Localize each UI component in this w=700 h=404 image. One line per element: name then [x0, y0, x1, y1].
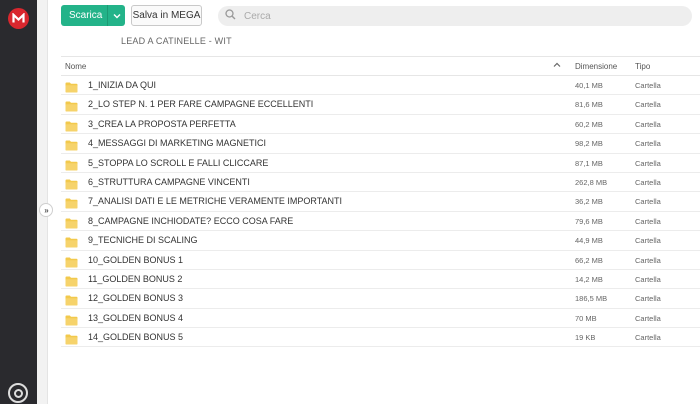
folder-icon: [65, 138, 78, 151]
search-icon: [225, 7, 236, 25]
sort-up-icon[interactable]: [553, 61, 561, 70]
search-bar[interactable]: [218, 6, 692, 26]
row-size: 70 MB: [575, 313, 597, 323]
transfer-icon[interactable]: [8, 383, 28, 403]
table-row[interactable]: 2_LO STEP N. 1 PER FARE CAMPAGNE ECCELLE…: [61, 95, 700, 115]
row-type: Cartella: [635, 294, 661, 304]
folder-icon: [65, 332, 78, 345]
sidebar-gutter: [37, 0, 48, 404]
row-type: Cartella: [635, 255, 661, 265]
folder-title: LEAD A CATINELLE - WIT: [121, 36, 232, 46]
mega-logo-icon[interactable]: [8, 8, 29, 29]
row-name: 12_GOLDEN BONUS 3: [88, 293, 184, 304]
table-row[interactable]: 12_GOLDEN BONUS 3 186,5 MB Cartella: [61, 289, 700, 309]
row-size: 98,2 MB: [575, 139, 603, 149]
search-input[interactable]: [244, 10, 644, 22]
row-size: 36,2 MB: [575, 197, 603, 207]
row-name: 11_GOLDEN BONUS 2: [88, 273, 183, 284]
table-row[interactable]: 6_STRUTTURA CAMPAGNE VINCENTI 262,8 MB Car…: [61, 173, 700, 193]
table-row[interactable]: 13_GOLDEN BONUS 4 70 MB Cartella: [61, 309, 700, 329]
row-type: Cartella: [635, 333, 661, 343]
row-size: 44,9 MB: [575, 236, 603, 246]
row-name: 6_STRUTTURA CAMPAGNE VINCENTI: [88, 176, 250, 187]
row-name: 13_GOLDEN BONUS 4: [88, 312, 184, 323]
download-button[interactable]: Scarica: [61, 5, 125, 26]
table-row[interactable]: 8_CAMPAGNE INCHIODATE? ECCO COSA FARE 79,…: [61, 212, 700, 232]
row-type: Cartella: [635, 197, 661, 207]
table-header: Nome Dimensione Tipo: [61, 56, 700, 76]
left-sidebar: [0, 0, 37, 404]
column-header-type[interactable]: Tipo: [635, 62, 650, 71]
file-table: Nome Dimensione Tipo 1_INIZIA DA QUI 40,1…: [61, 56, 700, 348]
row-size: 40,1 MB: [575, 81, 603, 90]
row-type: Cartella: [635, 81, 661, 90]
row-type: Cartella: [635, 119, 661, 129]
row-name: 2_LO STEP N. 1 PER FARE CAMPAGNE ECCELLE…: [88, 99, 314, 110]
row-type: Cartella: [635, 313, 661, 323]
row-name: 1_INIZIA DA QUI: [88, 80, 157, 90]
row-size: 262,8 MB: [575, 177, 608, 187]
row-name: 4_MESSAGGI DI MARKETING MAGNETICI: [88, 138, 267, 149]
row-type: Cartella: [635, 216, 661, 226]
folder-icon: [65, 80, 78, 93]
table-row[interactable]: 1_INIZIA DA QUI 40,1 MB Cartella: [61, 76, 700, 96]
row-size: 81,6 MB: [575, 100, 603, 110]
row-type: Cartella: [635, 100, 661, 110]
row-name: 14_GOLDEN BONUS 5: [88, 332, 184, 343]
row-size: 19 KB: [575, 333, 596, 343]
folder-icon: [65, 177, 78, 190]
table-body: 1_INIZIA DA QUI 40,1 MB Cartella 2_LO STEP …: [61, 76, 700, 348]
folder-icon: [65, 158, 78, 171]
row-name: 8_CAMPAGNE INCHIODATE? ECCO COSA FARE: [88, 215, 294, 226]
row-name: 7_ANALISI DATI E LE METRICHE VERAMENTE I…: [88, 196, 343, 207]
table-row[interactable]: 3_CREA LA PROPOSTA PERFETTA 60,2 MB Cartel…: [61, 115, 700, 135]
folder-icon: [65, 274, 78, 287]
row-type: Cartella: [635, 139, 661, 149]
table-row[interactable]: 5_STOPPA LO SCROLL E FALLI CLICCARE 87,1 …: [61, 154, 700, 173]
column-header-name[interactable]: Nome: [65, 62, 86, 71]
row-type: Cartella: [635, 274, 661, 284]
table-row[interactable]: 11_GOLDEN BONUS 2 14,2 MB Cartella: [61, 270, 700, 290]
folder-icon: [65, 235, 78, 248]
folder-icon: [65, 119, 78, 132]
row-name: 9_TECNICHE DI SCALING: [88, 235, 198, 246]
table-row[interactable]: 14_GOLDEN BONUS 5 19 KB Cartella: [61, 328, 700, 348]
row-type: Cartella: [635, 177, 661, 187]
table-row[interactable]: 4_MESSAGGI DI MARKETING MAGNETICI 98,2 MB…: [61, 134, 700, 154]
row-size: 79,6 MB: [575, 216, 603, 226]
table-row[interactable]: 10_GOLDEN BONUS 1 66,2 MB Cartella: [61, 251, 700, 270]
table-row[interactable]: 9_TECNICHE DI SCALING 44,9 MB Cartella: [61, 231, 700, 251]
row-size: 66,2 MB: [575, 255, 603, 265]
folder-icon: [65, 216, 78, 229]
row-size: 60,2 MB: [575, 119, 603, 129]
folder-icon: [65, 293, 78, 306]
folder-icon: [65, 196, 78, 209]
table-row[interactable]: 7_ANALISI DATI E LE METRICHE VERAMENTE I…: [61, 192, 700, 212]
row-name: 3_CREA LA PROPOSTA PERFETTA: [88, 118, 236, 129]
download-button-label: Scarica: [69, 10, 103, 21]
folder-icon: [65, 255, 78, 268]
row-size: 87,1 MB: [575, 158, 603, 168]
row-name: 5_STOPPA LO SCROLL E FALLI CLICCARE: [88, 157, 269, 168]
column-header-size[interactable]: Dimensione: [575, 62, 617, 71]
folder-icon: [65, 313, 78, 326]
save-to-mega-button[interactable]: Salva in MEGA: [131, 5, 202, 26]
row-type: Cartella: [635, 158, 661, 168]
folder-icon: [65, 99, 78, 112]
expand-sidebar-icon[interactable]: »: [39, 203, 53, 217]
row-name: 10_GOLDEN BONUS 1: [88, 254, 184, 265]
row-size: 186,5 MB: [575, 294, 608, 304]
row-size: 14,2 MB: [575, 274, 603, 284]
row-type: Cartella: [635, 236, 661, 246]
chevron-down-icon[interactable]: [107, 5, 125, 26]
